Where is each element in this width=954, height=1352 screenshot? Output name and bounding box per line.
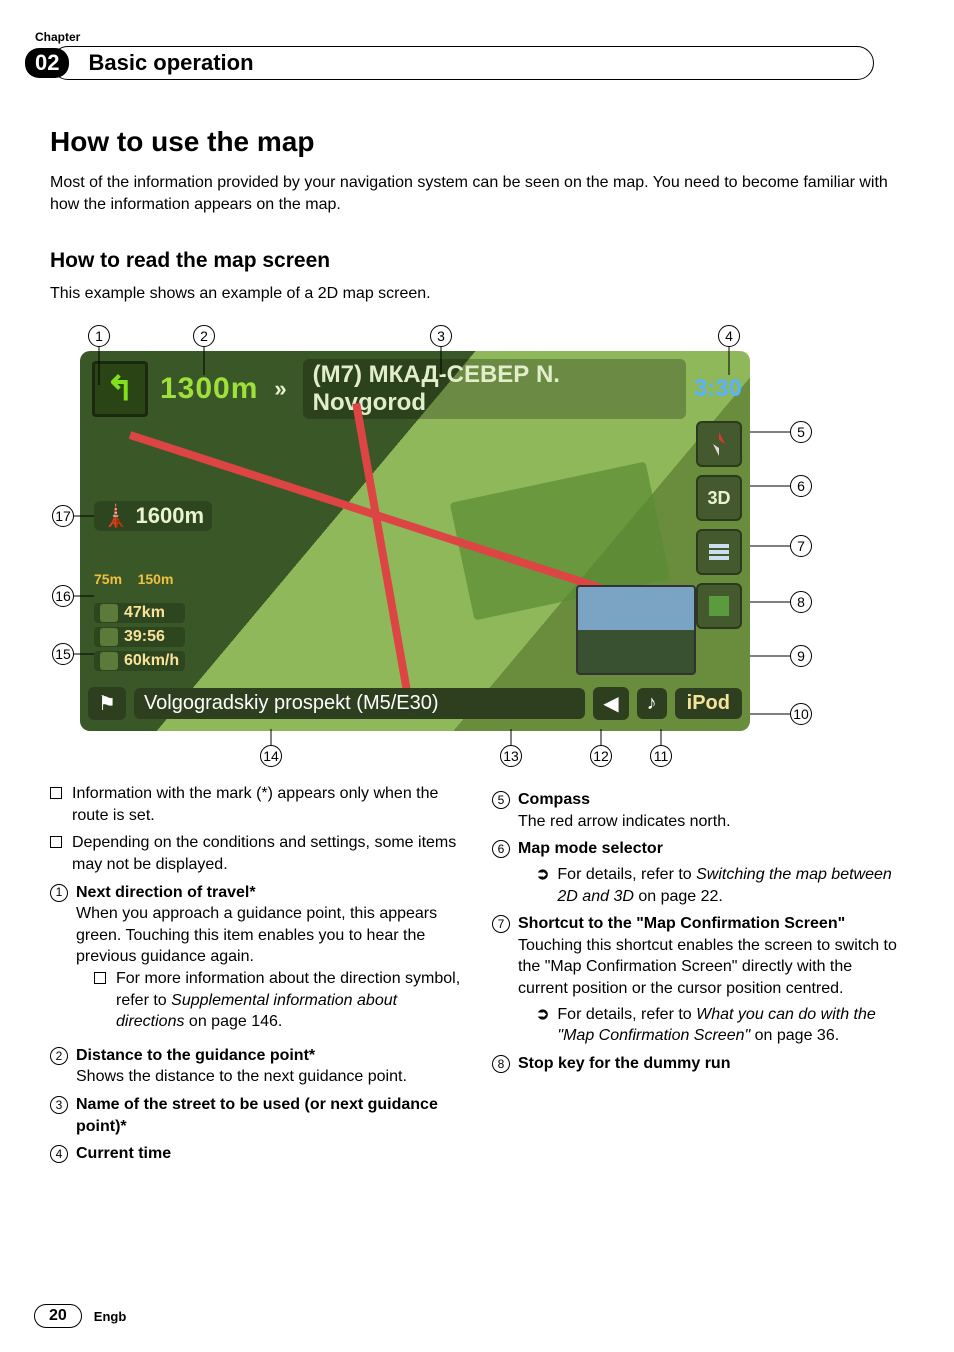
cross-reference: ➲ For details, refer to What you can do … <box>536 1004 904 1047</box>
item-title: Name of the street to be used (or next g… <box>76 1094 462 1137</box>
section-heading: How to use the map <box>50 126 904 158</box>
square-bullet-icon <box>50 836 62 848</box>
left-column: Information with the mark (*) appears on… <box>50 783 462 1165</box>
subsection-heading: How to read the map screen <box>50 249 904 273</box>
number-badge: 3 <box>50 1096 68 1114</box>
subsection-caption: This example shows an example of a 2D ma… <box>50 285 904 303</box>
cross-reference: ➲ For details, refer to Switching the ma… <box>536 864 904 907</box>
page-footer: 20 Engb <box>34 1304 126 1328</box>
sub-note-text: For more information about the direction… <box>116 968 462 1033</box>
intro-paragraph: Most of the information provided by your… <box>50 172 904 215</box>
reference-text: For details, refer to What you can do wi… <box>557 1004 904 1047</box>
item-title: Next direction of travel* <box>76 882 462 904</box>
item-title: Current time <box>76 1143 171 1165</box>
map-figure: ↰ 1300m » (M7) МКАД-СЕВЕР N. Novgorod 3:… <box>50 325 904 765</box>
callout-leader-lines <box>50 325 904 765</box>
item-body: When you approach a guidance point, this… <box>76 903 462 968</box>
item-title: Shortcut to the "Map Confirmation Screen… <box>518 913 904 935</box>
square-bullet-icon <box>94 972 106 984</box>
item-7: 7 Shortcut to the "Map Confirmation Scre… <box>492 913 904 1047</box>
item-3: 3 Name of the street to be used (or next… <box>50 1094 462 1137</box>
note-text: Information with the mark (*) appears on… <box>72 783 462 826</box>
chapter-label: Chapter <box>35 30 904 44</box>
number-badge: 7 <box>492 915 510 933</box>
item-2: 2 Distance to the guidance point* Shows … <box>50 1045 462 1088</box>
item-8: 8 Stop key for the dummy run <box>492 1053 904 1075</box>
item-title: Stop key for the dummy run <box>518 1053 730 1075</box>
item-body: Touching this shortcut enables the scree… <box>518 935 904 1000</box>
item-6: 6 Map mode selector ➲ For details, refer… <box>492 838 904 907</box>
number-badge: 5 <box>492 791 510 809</box>
number-badge: 4 <box>50 1145 68 1163</box>
header-title: Basic operation <box>70 50 253 76</box>
number-badge: 2 <box>50 1047 68 1065</box>
item-5: 5 Compass The red arrow indicates north. <box>492 789 904 832</box>
item-body: The red arrow indicates north. <box>518 811 731 833</box>
reference-arrow-icon: ➲ <box>536 1004 549 1047</box>
item-4: 4 Current time <box>50 1143 462 1165</box>
number-badge: 6 <box>492 840 510 858</box>
right-column: 5 Compass The red arrow indicates north.… <box>492 783 904 1165</box>
note-text: Depending on the conditions and settings… <box>72 832 462 875</box>
note-item: Depending on the conditions and settings… <box>50 832 462 875</box>
header-title-wrap: Basic operation <box>51 46 874 80</box>
item-title: Distance to the guidance point* <box>76 1045 407 1067</box>
language-label: Engb <box>94 1309 127 1324</box>
item-title: Compass <box>518 789 731 811</box>
chapter-number-badge: 02 <box>25 48 69 78</box>
number-badge: 1 <box>50 884 68 902</box>
page-number: 20 <box>34 1304 82 1328</box>
sub-note: For more information about the direction… <box>94 968 462 1033</box>
description-columns: Information with the mark (*) appears on… <box>50 783 904 1165</box>
item-1: 1 Next direction of travel* When you app… <box>50 882 462 1039</box>
number-badge: 8 <box>492 1055 510 1073</box>
item-title: Map mode selector <box>518 838 904 860</box>
note-item: Information with the mark (*) appears on… <box>50 783 462 826</box>
reference-text: For details, refer to Switching the map … <box>557 864 904 907</box>
item-body: Shows the distance to the next guidance … <box>76 1066 407 1088</box>
reference-arrow-icon: ➲ <box>536 864 549 907</box>
square-bullet-icon <box>50 787 62 799</box>
chapter-header: 02 Basic operation <box>25 46 904 80</box>
